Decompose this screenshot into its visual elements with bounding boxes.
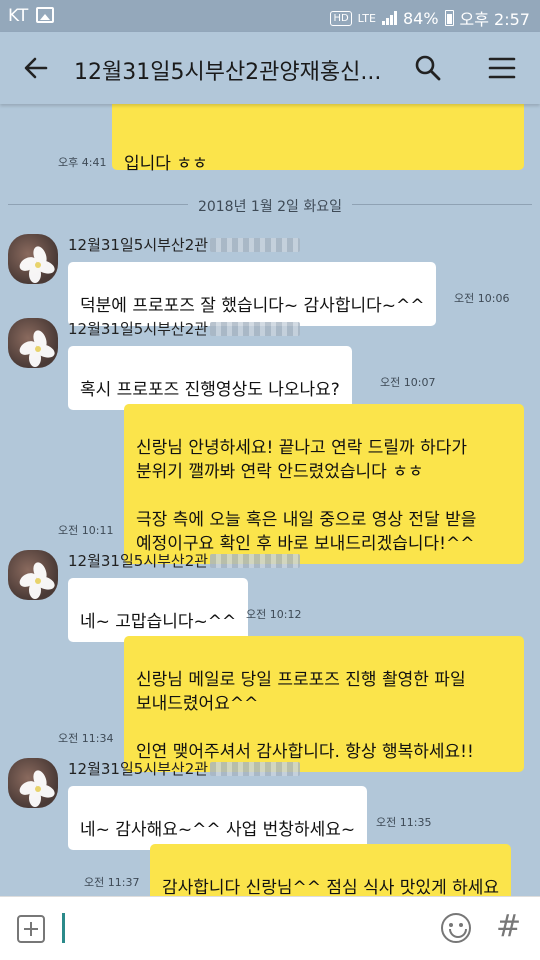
message-time: 오전 10:12 <box>246 608 302 621</box>
blurred-name <box>210 762 301 776</box>
text-cursor <box>62 913 65 943</box>
their-message[interactable]: 덕분에 프로포즈 잘 했습니다~ 감사합니다~^^ <box>68 262 437 326</box>
flower-avatar-icon <box>19 562 55 599</box>
chat-header: 12월31일5시부산2관양재홍신... <box>0 32 540 104</box>
message-time: 오후 4:41 <box>58 156 107 169</box>
signal-icon <box>381 11 397 25</box>
back-arrow-icon <box>24 57 48 79</box>
flower-avatar-icon <box>19 770 55 807</box>
message-time: 오전 11:34 <box>58 732 114 745</box>
back-button[interactable] <box>18 50 54 86</box>
search-button[interactable] <box>410 50 446 86</box>
sender-name: 12월31일5시부산2관 <box>68 318 301 339</box>
my-message[interactable]: 감사합니다 신랑님^^ 점심 식사 맛있게 하세요 <box>150 844 512 896</box>
hash-icon[interactable]: # <box>496 909 521 944</box>
carrier-label: KT <box>8 6 29 26</box>
my-message[interactable]: 신랑님 메일로 당일 프로포즈 진행 촬영한 파일 보내드렸어요^^ 인연 맺어… <box>124 636 524 772</box>
message-text: 입니다 ㅎㅎ <box>124 154 208 174</box>
message-time: 오전 10:07 <box>380 376 436 389</box>
status-bar: KT HD LTE 84% 오후 2:57 <box>0 0 540 32</box>
message-time: 오전 11:37 <box>84 876 140 889</box>
message-text: 네~ 고맙습니다~^^ <box>80 612 237 632</box>
gallery-notification-icon <box>36 7 54 23</box>
battery-icon <box>444 10 454 26</box>
date-label: 2018년 1월 2일 화요일 <box>187 199 353 215</box>
chat-area[interactable]: 입니다 ㅎㅎ 오후 4:41 2018년 1월 2일 화요일 12월31일5시부… <box>0 104 540 896</box>
their-message[interactable]: 혹시 프로포즈 진행영상도 나오나요? <box>68 346 352 410</box>
avatar[interactable] <box>8 550 58 600</box>
message-input[interactable] <box>60 911 420 947</box>
blurred-name <box>210 322 301 336</box>
battery-percent: 84% <box>402 8 439 28</box>
my-message[interactable]: 입니다 ㅎㅎ <box>112 104 524 174</box>
their-message[interactable]: 네~ 감사해요~^^ 사업 번창하세요~ <box>68 786 368 850</box>
status-right: HD LTE 84% 오후 2:57 <box>330 6 530 30</box>
plus-icon[interactable] <box>17 915 45 943</box>
search-icon <box>415 55 441 81</box>
lte-label: LTE <box>357 11 376 25</box>
their-message[interactable]: 네~ 고맙습니다~^^ <box>68 578 249 642</box>
message-text: 감사합니다 신랑님^^ 점심 식사 맛있게 하세요 <box>162 878 500 896</box>
message-time: 오전 10:06 <box>454 292 510 305</box>
blurred-name <box>210 238 301 252</box>
date-divider: 2018년 1월 2일 화요일 <box>8 194 532 216</box>
message-text: 네~ 감사해요~^^ 사업 번창하세요~ <box>80 820 356 840</box>
blurred-name <box>210 554 301 568</box>
flower-avatar-icon <box>19 330 55 367</box>
avatar[interactable] <box>8 234 58 284</box>
message-text: 혹시 프로포즈 진행영상도 나오나요? <box>80 380 340 400</box>
sender-name: 12월31일5시부산2관 <box>68 758 301 779</box>
menu-button[interactable] <box>484 50 520 86</box>
message-time: 오전 10:11 <box>58 524 114 537</box>
avatar[interactable] <box>8 758 58 808</box>
message-text: 신랑님 메일로 당일 프로포즈 진행 촬영한 파일 보내드렸어요^^ 인연 맺어… <box>136 670 474 762</box>
my-message[interactable]: 신랑님 안녕하세요! 끝나고 연락 드릴까 하다가 분위기 깰까봐 연락 안드렸… <box>124 404 524 564</box>
emoji-icon[interactable] <box>441 913 471 943</box>
clock: 오후 2:57 <box>459 10 530 29</box>
message-time: 오전 11:35 <box>376 816 432 829</box>
message-text: 덕분에 프로포즈 잘 했습니다~ 감사합니다~^^ <box>80 296 425 316</box>
sender-name: 12월31일5시부산2관 <box>68 234 301 255</box>
hd-voice-icon: HD <box>330 10 352 26</box>
message-input-bar: # <box>0 896 540 960</box>
avatar[interactable] <box>8 318 58 368</box>
chat-title: 12월31일5시부산2관양재홍신... <box>74 60 382 85</box>
flower-avatar-icon <box>19 246 55 283</box>
menu-icon <box>488 57 516 79</box>
message-text: 신랑님 안녕하세요! 끝나고 연락 드릴까 하다가 분위기 깰까봐 연락 안드렸… <box>136 438 477 554</box>
sender-name: 12월31일5시부산2관 <box>68 550 301 571</box>
